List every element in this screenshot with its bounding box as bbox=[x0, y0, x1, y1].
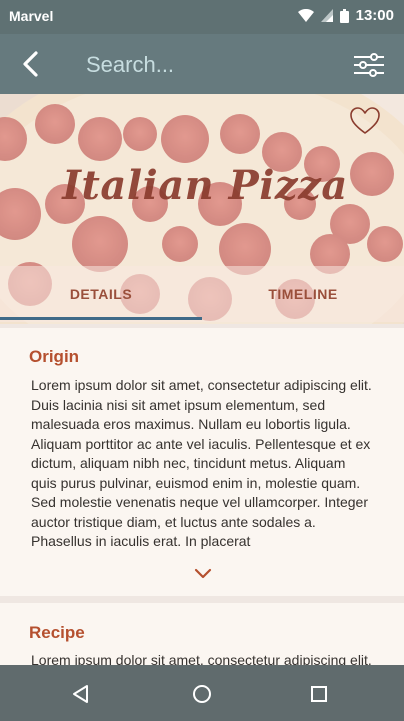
section-body: Lorem ipsum dolor sit amet, consectetur … bbox=[31, 377, 372, 549]
status-icons: 13:00 bbox=[297, 7, 394, 24]
section-title: Origin bbox=[29, 347, 80, 366]
tab-timeline[interactable]: TIMELINE bbox=[202, 266, 404, 322]
clock: 13:00 bbox=[355, 7, 394, 24]
app-bar bbox=[0, 34, 404, 94]
heart-outline-icon bbox=[350, 107, 380, 134]
home-circle-icon bbox=[193, 685, 211, 703]
nav-recents-button[interactable] bbox=[306, 681, 332, 707]
nav-home-button[interactable] bbox=[189, 681, 215, 707]
hero-banner: Italian Pizza DETAILS TIMELINE bbox=[0, 94, 404, 324]
back-button[interactable] bbox=[14, 48, 46, 80]
chevron-down-icon bbox=[194, 568, 212, 579]
recipe-title: Italian Pizza bbox=[62, 162, 348, 209]
sliders-icon bbox=[354, 53, 384, 77]
tab-label: DETAILS bbox=[69, 286, 133, 302]
status-bar: Marvel 13:00 bbox=[0, 0, 404, 34]
recents-square-icon bbox=[311, 686, 327, 702]
tab-details[interactable]: DETAILS bbox=[0, 266, 202, 322]
expand-button[interactable] bbox=[193, 567, 213, 581]
system-nav-bar bbox=[0, 665, 404, 721]
origin-card: Origin Lorem ipsum dolor sit amet, conse… bbox=[0, 328, 404, 596]
section-title: Recipe bbox=[29, 623, 85, 642]
favorite-button[interactable] bbox=[350, 107, 380, 135]
battery-icon bbox=[339, 8, 349, 23]
nav-back-button[interactable] bbox=[68, 681, 94, 707]
carrier-name: Marvel bbox=[9, 8, 54, 24]
wifi-icon bbox=[297, 9, 314, 22]
chevron-left-icon bbox=[23, 51, 38, 77]
tab-bar: DETAILS TIMELINE bbox=[0, 266, 404, 322]
search-input[interactable] bbox=[78, 48, 344, 82]
signal-icon bbox=[320, 9, 333, 22]
back-triangle-icon bbox=[73, 685, 88, 703]
filter-button[interactable] bbox=[352, 50, 386, 80]
tab-label: TIMELINE bbox=[268, 286, 338, 302]
